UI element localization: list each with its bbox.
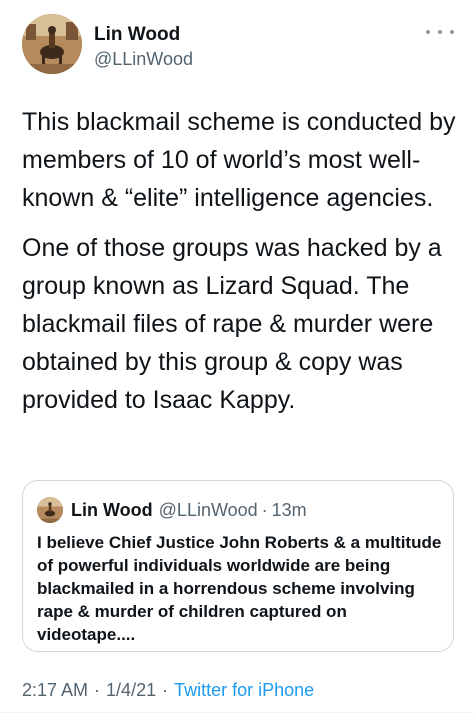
- more-dot: [450, 30, 454, 34]
- more-dot: [438, 30, 442, 34]
- quoted-tweet-text: I believe Chief Justice John Roberts & a…: [37, 533, 442, 644]
- tweet-footer: 2:17 AM · 1/4/21 · Twitter for iPhone: [22, 680, 314, 701]
- more-horizontal-icon[interactable]: [426, 22, 454, 42]
- tweet-client-link[interactable]: Twitter for iPhone: [174, 680, 314, 700]
- tweet-paragraph: One of those groups was hacked by a grou…: [22, 234, 442, 414]
- more-dot: [426, 30, 430, 34]
- avatar-image: [22, 14, 82, 74]
- tweet-paragraph: This blackmail scheme is conducted by me…: [22, 108, 456, 212]
- author-block: Lin Wood @LLinWood: [94, 24, 193, 70]
- divider: [0, 712, 474, 713]
- author-handle[interactable]: @LLinWood: [94, 48, 193, 70]
- tweet-header: Lin Wood @LLinWood: [22, 14, 462, 78]
- quoted-tweet-header: Lin Wood @LLinWood · 13m: [37, 497, 307, 523]
- quoted-tweet[interactable]: Lin Wood @LLinWood · 13m I believe Chief…: [22, 480, 454, 652]
- avatar[interactable]: [22, 14, 82, 74]
- quoted-display-name: Lin Wood: [71, 499, 153, 520]
- tweet-text: This blackmail scheme is conducted by me…: [22, 103, 462, 431]
- footer-separator: ·: [94, 680, 101, 700]
- quoted-separator: ·: [261, 499, 268, 520]
- tweet-date[interactable]: 1/4/21: [106, 680, 156, 700]
- author-display-name[interactable]: Lin Wood: [94, 24, 193, 46]
- quoted-handle: @LLinWood: [158, 499, 258, 520]
- footer-separator: ·: [162, 680, 169, 700]
- quoted-avatar-image: [37, 497, 63, 523]
- quoted-avatar: [37, 497, 63, 523]
- tweet: Lin Wood @LLinWood This blackmail scheme…: [0, 0, 474, 718]
- quoted-timestamp: 13m: [271, 499, 307, 520]
- tweet-time[interactable]: 2:17 AM: [22, 680, 88, 700]
